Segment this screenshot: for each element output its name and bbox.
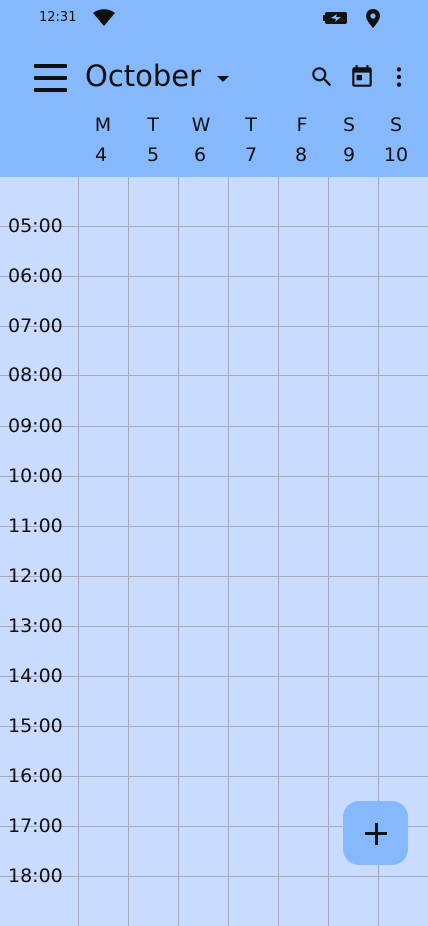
hour-line: [0, 526, 428, 527]
grid-divider: [78, 177, 79, 926]
day-number[interactable]: 4: [81, 142, 121, 168]
hour-label: 18:00: [8, 865, 63, 887]
weekday-label: W: [191, 114, 211, 136]
month-selector[interactable]: October: [85, 56, 230, 96]
dropdown-arrow-icon: [217, 76, 230, 82]
grid-divider: [278, 177, 279, 926]
hour-line: [0, 576, 428, 577]
weekday-label: S: [342, 114, 356, 136]
add-event-button[interactable]: [343, 801, 408, 865]
hour-label: 09:00: [8, 415, 63, 437]
day-number[interactable]: 10: [376, 142, 416, 168]
menu-icon: [34, 64, 67, 68]
grid-divider: [328, 177, 329, 926]
grid-divider: [228, 177, 229, 926]
day-number[interactable]: 7: [231, 142, 271, 168]
battery-icon: [323, 12, 347, 24]
hour-line: [0, 476, 428, 477]
hour-line: [0, 276, 428, 277]
hour-label: 15:00: [8, 715, 63, 737]
more-vert-icon[interactable]: [386, 64, 412, 90]
hour-label: 07:00: [8, 315, 63, 337]
weekday-label: T: [245, 114, 257, 136]
menu-button[interactable]: [34, 64, 67, 92]
hour-line: [0, 876, 428, 877]
add-icon: [374, 823, 378, 845]
hour-label: 05:00: [8, 215, 63, 237]
hour-label: 16:00: [8, 765, 63, 787]
status-time: 12:31: [39, 10, 77, 25]
day-number[interactable]: 6: [180, 142, 220, 168]
hour-line: [0, 326, 428, 327]
hour-line: [0, 426, 428, 427]
hour-line: [0, 726, 428, 727]
location-icon: [366, 9, 380, 28]
day-number[interactable]: 9: [329, 142, 369, 168]
hour-label: 17:00: [8, 815, 63, 837]
search-icon[interactable]: [309, 64, 335, 90]
hour-label: 13:00: [8, 615, 63, 637]
hour-line: [0, 226, 428, 227]
hour-label: 08:00: [8, 364, 63, 386]
app-header: 12:31 October M 4 T 5 W 6 T 7 F 8 S 9 S …: [0, 0, 428, 177]
grid-divider: [178, 177, 179, 926]
hour-label: 14:00: [8, 665, 63, 687]
day-number[interactable]: 8: [281, 142, 321, 168]
month-title: October: [85, 59, 202, 93]
hour-label: 11:00: [8, 515, 63, 537]
hour-label: 12:00: [8, 565, 63, 587]
hour-line: [0, 776, 428, 777]
day-number[interactable]: 5: [133, 142, 173, 168]
wifi-icon: [93, 9, 115, 26]
calendar-today-icon[interactable]: [349, 64, 375, 90]
weekday-label: T: [147, 114, 159, 136]
weekday-label: S: [389, 114, 403, 136]
weekday-label: M: [94, 114, 112, 136]
menu-icon: [34, 76, 67, 80]
grid-divider: [128, 177, 129, 926]
menu-icon: [34, 88, 67, 92]
hour-label: 06:00: [8, 265, 63, 287]
hour-line: [0, 375, 428, 376]
hour-line: [0, 676, 428, 677]
hour-line: [0, 626, 428, 627]
weekday-label: F: [296, 114, 308, 136]
hour-label: 10:00: [8, 465, 63, 487]
